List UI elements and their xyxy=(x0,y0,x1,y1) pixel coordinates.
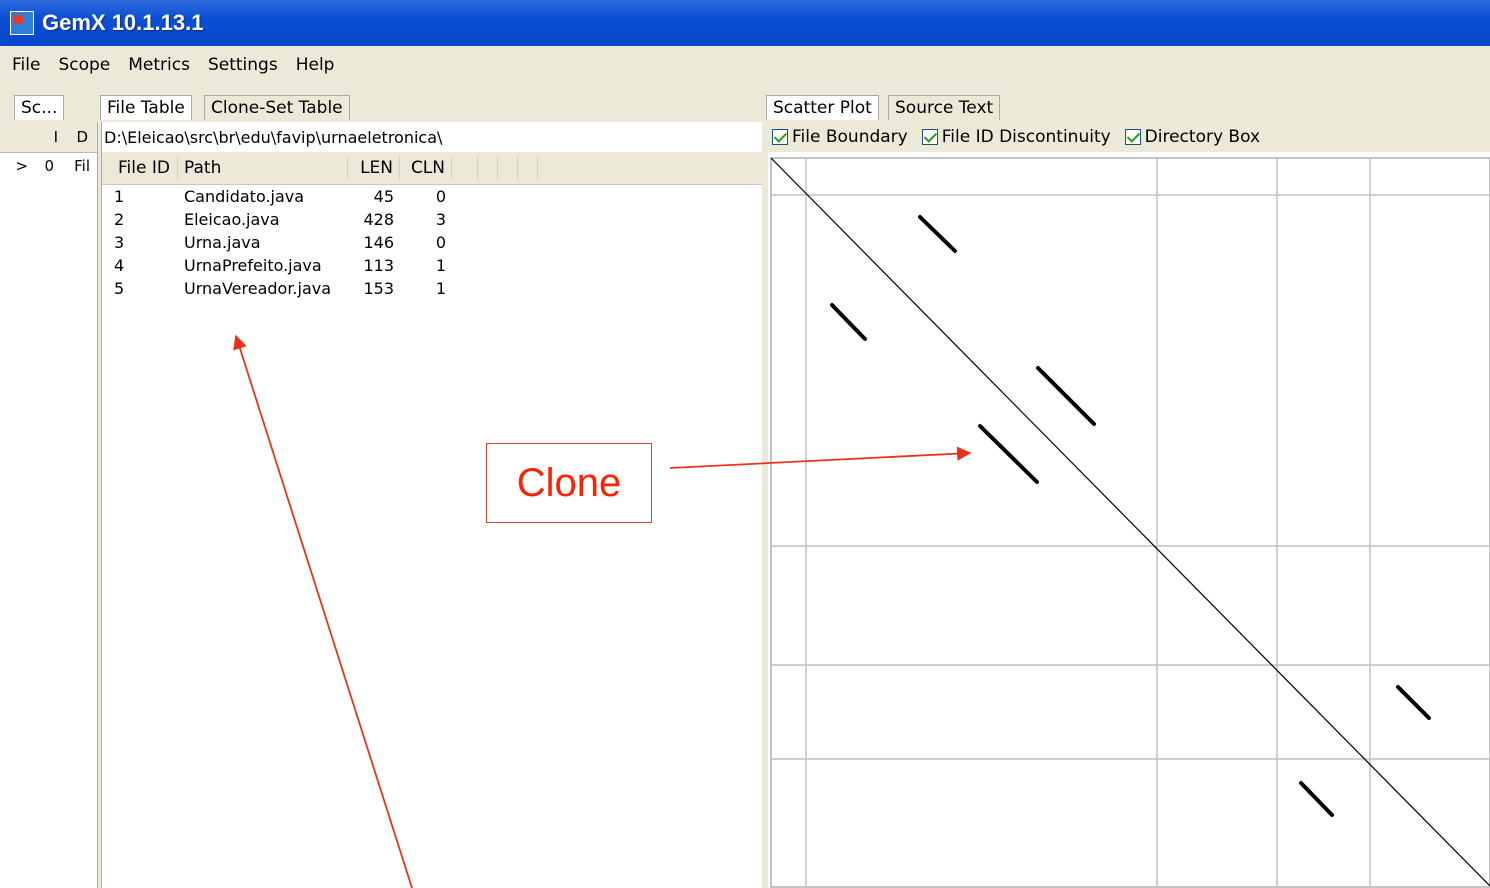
file-path: UrnaPrefeito.java xyxy=(184,256,322,275)
file-cln: 1 xyxy=(435,279,446,298)
file-id-discontinuity-label: File ID Discontinuity xyxy=(941,127,1111,147)
scope-row-desc: Fil xyxy=(74,157,90,175)
directory-box-checkbox[interactable] xyxy=(1124,129,1141,145)
file-len: 428 xyxy=(363,210,394,229)
col-blank-1 xyxy=(452,156,478,180)
file-len: 153 xyxy=(363,279,394,298)
scatter-plot-panel: File Boundary File ID Discontinuity Dire… xyxy=(768,122,1490,888)
file-len: 45 xyxy=(373,187,394,206)
scope-header: I D xyxy=(0,122,97,153)
option-file-id-discontinuity[interactable]: File ID Discontinuity xyxy=(921,127,1111,147)
col-path[interactable]: Path xyxy=(178,156,348,180)
menu-metrics[interactable]: Metrics xyxy=(119,55,199,75)
tab-clone-set-table[interactable]: Clone-Set Table xyxy=(204,95,350,120)
clone-callout: Clone xyxy=(486,443,652,523)
table-row[interactable]: 5 UrnaVereador.java 153 1 xyxy=(102,279,762,302)
scope-panel: I D > 0 Fil xyxy=(0,122,98,888)
app-icon xyxy=(10,11,34,35)
scope-row[interactable]: > 0 Fil xyxy=(0,153,97,175)
file-path: Urna.java xyxy=(184,233,261,252)
menu-bar: File Scope Metrics Settings Help xyxy=(0,48,1490,82)
tab-scope[interactable]: Sc... xyxy=(14,95,65,120)
col-blank-3 xyxy=(498,156,518,180)
file-id: 1 xyxy=(114,187,125,206)
table-row[interactable]: 1 Candidato.java 45 0 xyxy=(102,187,762,210)
file-id: 2 xyxy=(114,210,125,229)
scope-col-i[interactable]: I xyxy=(0,128,58,146)
file-id: 5 xyxy=(114,279,125,298)
col-file-id[interactable]: File ID xyxy=(102,156,178,180)
file-cln: 0 xyxy=(435,187,446,206)
scatter-options: File Boundary File ID Discontinuity Dire… xyxy=(768,122,1490,152)
file-boundary-label: File Boundary xyxy=(792,127,908,147)
scatter-plot-canvas[interactable] xyxy=(768,156,1490,888)
file-path: Candidato.java xyxy=(184,187,305,206)
option-directory-box[interactable]: Directory Box xyxy=(1124,127,1261,147)
file-table-header: File ID Path LEN CLN xyxy=(102,152,762,185)
file-cln: 0 xyxy=(435,233,446,252)
file-path: Eleicao.java xyxy=(184,210,280,229)
col-blank-4 xyxy=(518,156,538,180)
window-title: GemX 10.1.13.1 xyxy=(42,10,204,35)
file-len: 113 xyxy=(363,256,394,275)
scope-row-marker: > xyxy=(15,157,28,175)
file-table-panel: D:\Eleicao\src\br\edu\favip\urnaeletroni… xyxy=(101,122,762,888)
table-row[interactable]: 3 Urna.java 146 0 xyxy=(102,233,762,256)
menu-file[interactable]: File xyxy=(0,55,49,75)
file-cln: 3 xyxy=(435,210,446,229)
file-path: UrnaVereador.java xyxy=(184,279,332,298)
title-bar: GemX 10.1.13.1 xyxy=(0,0,1490,46)
file-boundary-checkbox[interactable] xyxy=(772,129,788,145)
table-row[interactable]: 2 Eleicao.java 428 3 xyxy=(102,210,762,233)
tab-scatter-plot[interactable]: Scatter Plot xyxy=(766,95,879,120)
tab-file-table[interactable]: File Table xyxy=(100,95,192,120)
directory-path: D:\Eleicao\src\br\edu\favip\urnaeletroni… xyxy=(102,122,762,152)
menu-scope[interactable]: Scope xyxy=(49,55,119,75)
file-id-discontinuity-checkbox[interactable] xyxy=(921,129,938,145)
directory-box-label: Directory Box xyxy=(1144,127,1261,147)
col-cln[interactable]: CLN xyxy=(400,156,452,180)
col-len[interactable]: LEN xyxy=(348,156,400,180)
menu-help[interactable]: Help xyxy=(287,55,344,75)
file-id: 4 xyxy=(114,256,125,275)
col-blank-2 xyxy=(478,156,498,180)
scope-row-id: 0 xyxy=(44,157,54,175)
menu-settings[interactable]: Settings xyxy=(199,55,287,75)
table-row[interactable]: 4 UrnaPrefeito.java 113 1 xyxy=(102,256,762,279)
tab-source-text[interactable]: Source Text xyxy=(888,95,1001,120)
file-len: 146 xyxy=(363,233,394,252)
file-cln: 1 xyxy=(435,256,446,275)
file-id: 3 xyxy=(114,233,125,252)
scope-col-d[interactable]: D xyxy=(58,128,88,146)
file-table-body: 1 Candidato.java 45 0 2 Eleicao.java 428… xyxy=(102,185,762,302)
clone-callout-label: Clone xyxy=(516,460,622,505)
option-file-boundary[interactable]: File Boundary xyxy=(772,127,908,147)
